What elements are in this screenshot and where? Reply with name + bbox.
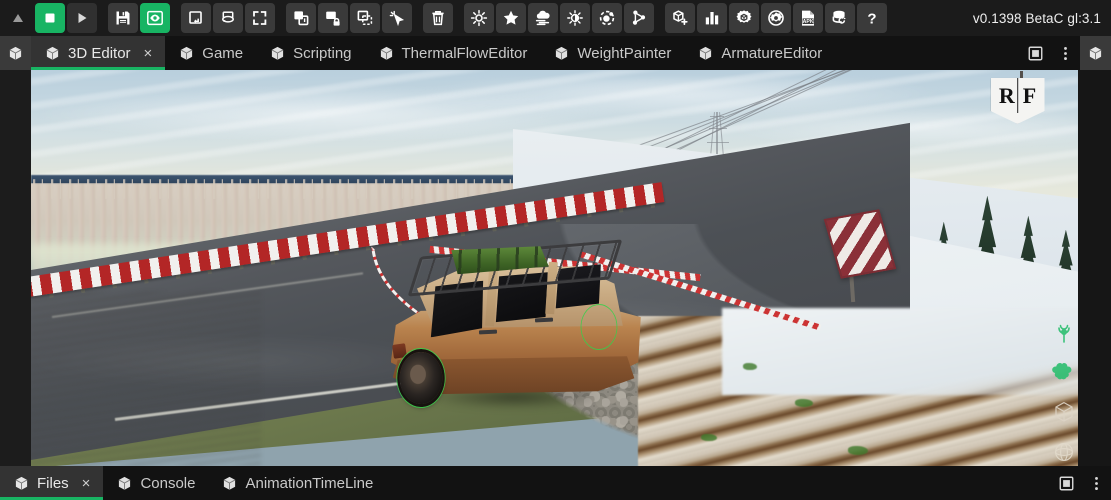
maximize-panel-icon — [1027, 45, 1044, 62]
editor-tab-bar: 3D Editor × Game Scripting — [0, 36, 1111, 70]
bottom-panel-tab-bar: Files × Console AnimationTimeLine — [0, 466, 1111, 500]
viewport-right-gutter — [1078, 70, 1111, 466]
rf-sign-right-letter: F — [1023, 83, 1036, 109]
lock-object-button[interactable] — [318, 3, 348, 33]
cube-icon — [378, 45, 395, 62]
wire-cube-gizmo-icon[interactable] — [1052, 400, 1076, 424]
move-tool-button[interactable] — [181, 3, 211, 33]
application-window: APK ? v0.1398 BetaC gl:3.1 — [0, 0, 1111, 500]
tab-label: Scripting — [293, 45, 351, 62]
tabbar-left-corner-icon[interactable] — [0, 36, 31, 70]
tab-armatureeditor[interactable]: ArmatureEditor — [684, 36, 835, 70]
rf-sign-divider — [1017, 78, 1019, 113]
favorites-button[interactable] — [496, 3, 526, 33]
duplicate-object-button[interactable] — [286, 3, 316, 33]
tab-label: ThermalFlowEditor — [402, 45, 528, 62]
add-object-button[interactable] — [665, 3, 695, 33]
help-button[interactable]: ? — [857, 3, 887, 33]
collapse-toolbar-button[interactable] — [3, 3, 33, 33]
tab-thermalfloweditor[interactable]: ThermalFlowEditor — [365, 36, 541, 70]
target-settings-button[interactable] — [761, 3, 791, 33]
cube-icon — [178, 45, 195, 62]
tab-label: ArmatureEditor — [721, 45, 822, 62]
export-apk-button[interactable]: APK — [793, 3, 823, 33]
cube-icon — [269, 45, 286, 62]
reload-database-button[interactable] — [825, 3, 855, 33]
kebab-menu-icon — [1057, 45, 1074, 62]
tab-weightpainter[interactable]: WeightPainter — [540, 36, 684, 70]
brightness-button[interactable] — [560, 3, 590, 33]
tabbar-right-corner-icon[interactable] — [1080, 36, 1111, 70]
bottom-tab-label: Console — [140, 475, 195, 492]
viewport-left-gutter — [0, 70, 31, 466]
weather-button[interactable] — [528, 3, 558, 33]
wire-sphere-gizmo-icon[interactable] — [1052, 440, 1076, 464]
foliage-gizmo-icon[interactable] — [1052, 360, 1076, 384]
cube-icon — [553, 45, 570, 62]
cube-icon — [697, 45, 714, 62]
cube-icon — [7, 45, 24, 62]
physics-button[interactable] — [592, 3, 622, 33]
cube-icon — [13, 475, 30, 492]
lighting-button[interactable] — [464, 3, 494, 33]
cube-icon — [44, 45, 61, 62]
tab-label: Game — [202, 45, 243, 62]
tab-label: WeightPainter — [577, 45, 671, 62]
maximize-panel-button[interactable] — [1020, 36, 1050, 70]
kebab-menu-icon — [1088, 475, 1105, 492]
node-graph-button[interactable] — [624, 3, 654, 33]
cube-icon — [1087, 45, 1104, 62]
tab-scripting[interactable]: Scripting — [256, 36, 364, 70]
select-box-button[interactable] — [350, 3, 380, 33]
vehicle-suv[interactable] — [383, 244, 673, 434]
tab-3d-editor[interactable]: 3D Editor × — [31, 36, 165, 70]
main-toolbar: APK ? v0.1398 BetaC gl:3.1 — [0, 0, 1111, 36]
3d-viewport[interactable]: R F — [31, 70, 1078, 466]
cube-icon — [116, 475, 133, 492]
panel-menu-button[interactable] — [1050, 36, 1080, 70]
bottom-tab-label: Files — [37, 475, 69, 492]
tabbar-spacer — [835, 36, 1020, 70]
rotate-tool-button[interactable] — [213, 3, 243, 33]
stop-button[interactable] — [35, 3, 65, 33]
bottom-tab-files[interactable]: Files × — [0, 466, 103, 500]
play-button[interactable] — [67, 3, 97, 33]
bottom-tab-label: AnimationTimeLine — [245, 475, 373, 492]
settings-button[interactable] — [729, 3, 759, 33]
bottombar-spacer — [386, 466, 1051, 500]
tab-label: 3D Editor — [68, 45, 131, 62]
bottom-tab-console[interactable]: Console — [103, 466, 208, 500]
cube-icon — [221, 475, 238, 492]
viewport-gizmo-overlay — [1052, 320, 1076, 464]
statistics-button[interactable] — [697, 3, 727, 33]
bottom-tab-close-button[interactable]: × — [82, 476, 91, 491]
delete-button[interactable] — [423, 3, 453, 33]
tab-close-button[interactable]: × — [144, 46, 153, 61]
svg-text:?: ? — [867, 10, 876, 27]
svg-text:APK: APK — [803, 19, 814, 25]
scale-tool-button[interactable] — [245, 3, 275, 33]
bottom-panel-menu-button[interactable] — [1081, 466, 1111, 500]
maximize-panel-icon — [1058, 475, 1075, 492]
save-button[interactable] — [108, 3, 138, 33]
visibility-button[interactable] — [140, 3, 170, 33]
tab-game[interactable]: Game — [165, 36, 256, 70]
bottom-maximize-panel-button[interactable] — [1051, 466, 1081, 500]
version-label: v0.1398 BetaC gl:3.1 — [973, 0, 1101, 36]
click-select-button[interactable] — [382, 3, 412, 33]
bottom-tab-animationtimeline[interactable]: AnimationTimeLine — [208, 466, 386, 500]
grass-gizmo-icon[interactable] — [1052, 320, 1076, 344]
rf-sign-left-letter: R — [999, 83, 1015, 109]
